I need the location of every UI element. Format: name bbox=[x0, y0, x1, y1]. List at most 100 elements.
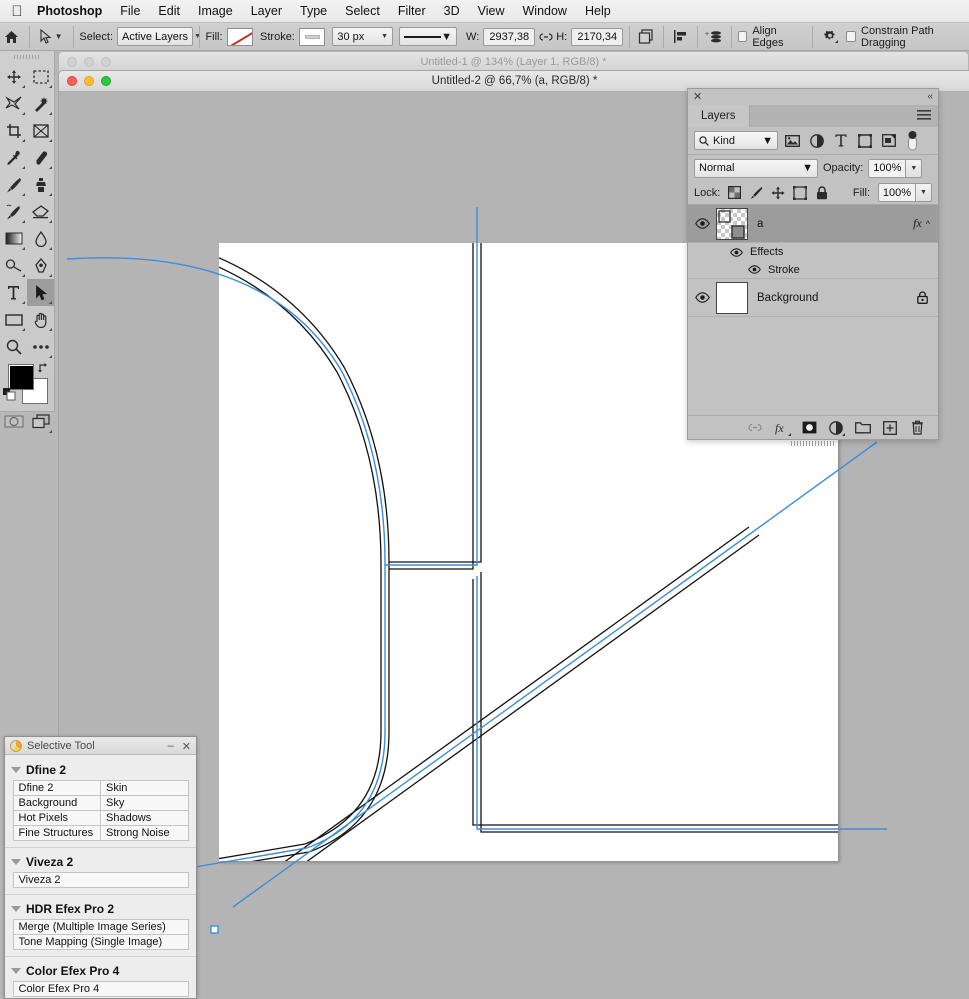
menu-item-file[interactable]: File bbox=[111, 0, 149, 23]
menu-item-edit[interactable]: Edit bbox=[149, 0, 189, 23]
adjustment-layer-filter-icon[interactable] bbox=[807, 131, 826, 151]
tools-panel-grip[interactable] bbox=[0, 51, 54, 63]
pixel-layer-filter-icon[interactable] bbox=[783, 131, 802, 151]
hand-tool[interactable] bbox=[27, 306, 54, 333]
fill-stepper[interactable]: ▼ bbox=[916, 183, 932, 202]
constrain-path-dragging-checkbox[interactable] bbox=[846, 31, 856, 42]
button-merge-multiple-image-series[interactable]: Merge (Multiple Image Series) bbox=[13, 919, 189, 935]
layer-name[interactable]: Background bbox=[748, 292, 917, 304]
menu-item-view[interactable]: View bbox=[469, 0, 514, 23]
stroke-effect-visibility-toggle[interactable] bbox=[748, 265, 761, 274]
type-layer-filter-icon[interactable] bbox=[831, 131, 850, 151]
menu-item-photoshop[interactable]: Photoshop bbox=[28, 0, 111, 23]
button-hot-pixels[interactable]: Hot Pixels bbox=[13, 810, 102, 826]
quick-mask-icon[interactable] bbox=[0, 408, 27, 435]
menu-item-layer[interactable]: Layer bbox=[242, 0, 291, 23]
panel-resize-grip[interactable] bbox=[791, 441, 835, 446]
chevron-down-icon[interactable]: ▼ bbox=[55, 32, 63, 41]
frame-tool[interactable] bbox=[27, 117, 54, 144]
disclosure-triangle-icon[interactable] bbox=[11, 767, 21, 773]
add-layer-mask-icon[interactable] bbox=[800, 419, 818, 437]
stroke-swatch[interactable] bbox=[299, 28, 325, 46]
close-icon[interactable]: ✕ bbox=[182, 740, 191, 753]
edit-toolbar-tool[interactable] bbox=[27, 333, 54, 360]
lock-artboard-nesting-icon[interactable] bbox=[792, 185, 808, 201]
default-colors-icon[interactable] bbox=[3, 388, 16, 401]
menu-item-image[interactable]: Image bbox=[189, 0, 242, 23]
selective-tool-title-bar[interactable]: Selective Tool – ✕ bbox=[5, 737, 196, 755]
fill-swatch[interactable] bbox=[227, 28, 253, 46]
move-tool[interactable] bbox=[0, 63, 27, 90]
layer-thumbnail[interactable] bbox=[716, 208, 748, 240]
fill-input[interactable]: 100% bbox=[878, 183, 916, 202]
lock-all-icon[interactable] bbox=[814, 185, 830, 201]
button-viveza-2[interactable]: Viveza 2 bbox=[13, 872, 189, 888]
add-layer-style-icon[interactable]: fx bbox=[773, 419, 791, 437]
stroke-width-field[interactable]: 30 px ▼ bbox=[332, 27, 393, 46]
button-background[interactable]: Background bbox=[13, 795, 102, 811]
group-header-viveza-2[interactable]: Viveza 2 bbox=[5, 851, 196, 872]
opacity-input[interactable]: 100% bbox=[868, 159, 906, 178]
lock-transparent-pixels-icon[interactable] bbox=[726, 185, 742, 201]
blend-mode-dropdown[interactable]: Normal ▼ bbox=[694, 159, 818, 178]
close-icon[interactable]: ✕ bbox=[693, 90, 702, 104]
delete-layer-icon[interactable] bbox=[908, 419, 926, 437]
layer-visibility-toggle[interactable] bbox=[688, 292, 716, 303]
apple-logo-icon[interactable]:  bbox=[6, 4, 28, 19]
document-window-untitled-1[interactable]: Untitled-1 @ 134% (Layer 1, RGB/8) * bbox=[58, 51, 969, 71]
magic-wand-tool[interactable] bbox=[27, 90, 54, 117]
spot-healing-brush-tool[interactable] bbox=[27, 144, 54, 171]
align-edges-checkbox-group[interactable]: Align Edges bbox=[738, 25, 807, 49]
menu-item-type[interactable]: Type bbox=[291, 0, 336, 23]
shape-layer-filter-icon[interactable] bbox=[855, 131, 874, 151]
button-dfine-2[interactable]: Dfine 2 bbox=[13, 780, 102, 796]
menu-item-help[interactable]: Help bbox=[576, 0, 620, 23]
button-sky[interactable]: Sky bbox=[100, 795, 189, 811]
rectangle-tool[interactable] bbox=[0, 306, 27, 333]
button-shadows[interactable]: Shadows bbox=[100, 810, 189, 826]
brush-tool[interactable] bbox=[0, 171, 27, 198]
menu-item-window[interactable]: Window bbox=[514, 0, 576, 23]
stroke-style-dropdown[interactable]: ▼ bbox=[399, 27, 457, 46]
blur-tool[interactable] bbox=[27, 225, 54, 252]
new-group-icon[interactable] bbox=[854, 419, 872, 437]
group-header-color-efex-pro-4[interactable]: Color Efex Pro 4 bbox=[5, 960, 196, 981]
menu-item-select[interactable]: Select bbox=[336, 0, 389, 23]
gradient-tool[interactable] bbox=[0, 225, 27, 252]
height-input[interactable]: 2170,34 bbox=[571, 28, 623, 46]
disclosure-triangle-icon[interactable] bbox=[11, 968, 21, 974]
layers-list[interactable]: a fx ^ Effects Stroke bbox=[688, 205, 938, 415]
rectangular-marquee-tool[interactable] bbox=[27, 63, 54, 90]
path-alignment-icon[interactable] bbox=[670, 26, 691, 48]
button-color-efex-pro-4[interactable]: Color Efex Pro 4 bbox=[13, 981, 189, 997]
clone-stamp-tool[interactable] bbox=[27, 171, 54, 198]
disclosure-triangle-icon[interactable] bbox=[11, 859, 21, 865]
history-brush-tool[interactable] bbox=[0, 198, 27, 225]
opacity-stepper[interactable]: ▼ bbox=[906, 159, 922, 178]
eyedropper-tool[interactable] bbox=[0, 144, 27, 171]
layer-name[interactable]: a bbox=[748, 218, 913, 230]
filter-kind-dropdown[interactable]: Kind ▼ bbox=[694, 131, 778, 150]
link-layers-icon[interactable] bbox=[746, 419, 764, 437]
collapse-panel-icon[interactable]: « bbox=[927, 90, 933, 104]
panel-menu-icon[interactable] bbox=[917, 110, 931, 121]
path-operations-icon[interactable] bbox=[636, 26, 657, 48]
current-tool-preview[interactable]: ▼ bbox=[36, 29, 67, 44]
new-layer-icon[interactable] bbox=[881, 419, 899, 437]
home-icon[interactable] bbox=[0, 30, 23, 44]
table-row[interactable]: a fx ^ bbox=[688, 205, 938, 243]
eraser-tool[interactable] bbox=[27, 198, 54, 225]
button-fine-structures[interactable]: Fine Structures bbox=[13, 825, 102, 841]
lasso-tool[interactable] bbox=[0, 90, 27, 117]
dodge-tool[interactable] bbox=[0, 252, 27, 279]
layer-effects-group[interactable]: Effects bbox=[688, 243, 938, 261]
button-skin[interactable]: Skin bbox=[100, 780, 189, 796]
new-adjustment-layer-icon[interactable] bbox=[827, 419, 845, 437]
pen-tool[interactable] bbox=[27, 252, 54, 279]
layer-visibility-toggle[interactable] bbox=[688, 218, 716, 229]
lock-image-pixels-icon[interactable] bbox=[748, 185, 764, 201]
button-strong-noise[interactable]: Strong Noise bbox=[100, 825, 189, 841]
lock-position-icon[interactable] bbox=[770, 185, 786, 201]
path-arrangement-icon[interactable]: + bbox=[704, 26, 725, 48]
crop-tool[interactable] bbox=[0, 117, 27, 144]
